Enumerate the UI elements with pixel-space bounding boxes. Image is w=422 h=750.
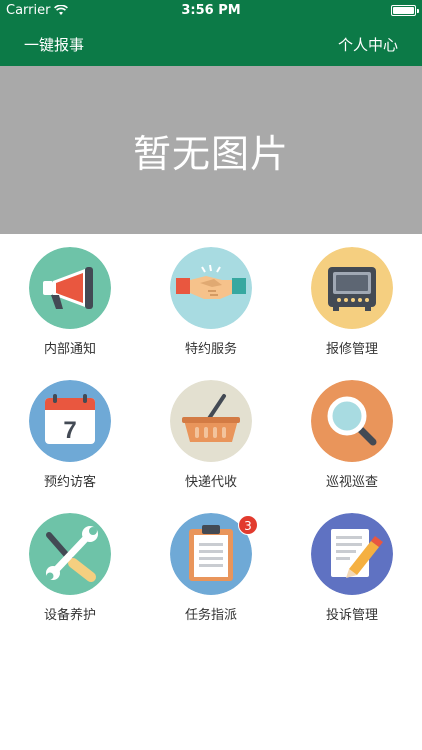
banner-placeholder-text: 暂无图片 — [132, 131, 289, 176]
menu-item-internal-notice[interactable]: 内部通知 — [0, 234, 140, 364]
menu-item-label: 投诉管理 — [325, 608, 378, 623]
magnifier-icon — [311, 380, 393, 462]
menu-item-express-collection[interactable]: 快递代收 — [141, 367, 281, 497]
menu-item-repair-management[interactable]: 报修管理 — [282, 234, 422, 364]
menu-item-label: 巡视巡查 — [325, 475, 378, 490]
menu-item-label: 特约服务 — [184, 342, 237, 357]
menu-item-special-service[interactable]: 特约服务 — [141, 234, 281, 364]
calendar-icon: 7 — [29, 380, 111, 462]
menu-item-complaint-management[interactable]: 投诉管理 — [282, 500, 422, 630]
menu-item-label: 报修管理 — [325, 342, 378, 357]
megaphone-icon — [29, 247, 111, 329]
menu-item-equipment-maintenance[interactable]: 设备养护 — [0, 500, 140, 630]
personal-center-button[interactable]: 个人中心 — [338, 34, 398, 55]
banner-image-placeholder: 暂无图片 — [0, 66, 422, 234]
navigation-bar: 一键报事 个人中心 — [0, 22, 422, 66]
handshake-icon — [170, 247, 252, 329]
menu-item-visitor-appointment[interactable]: 7 预约访客 — [0, 367, 140, 497]
status-time: 3:56 PM — [181, 3, 241, 18]
menu-item-patrol-inspection[interactable]: 巡视巡查 — [282, 367, 422, 497]
basket-icon — [170, 380, 252, 462]
menu-item-label: 设备养护 — [43, 608, 96, 623]
menu-item-label: 任务指派 — [184, 608, 237, 623]
calendar-day: 7 — [63, 417, 76, 444]
menu-item-label: 快递代收 — [184, 475, 237, 490]
battery-icon — [391, 5, 419, 16]
status-bar: Carrier 3:56 PM — [0, 0, 422, 22]
menu-item-label: 预约访客 — [43, 475, 96, 490]
tools-icon — [29, 513, 111, 595]
monitor-icon — [311, 247, 393, 329]
notification-badge: 3 — [238, 515, 258, 535]
document-pen-icon — [311, 513, 393, 595]
menu-item-task-assignment[interactable]: 3 任务指派 — [141, 500, 281, 630]
menu-item-label: 内部通知 — [43, 342, 96, 357]
report-title-button[interactable]: 一键报事 — [24, 34, 84, 55]
